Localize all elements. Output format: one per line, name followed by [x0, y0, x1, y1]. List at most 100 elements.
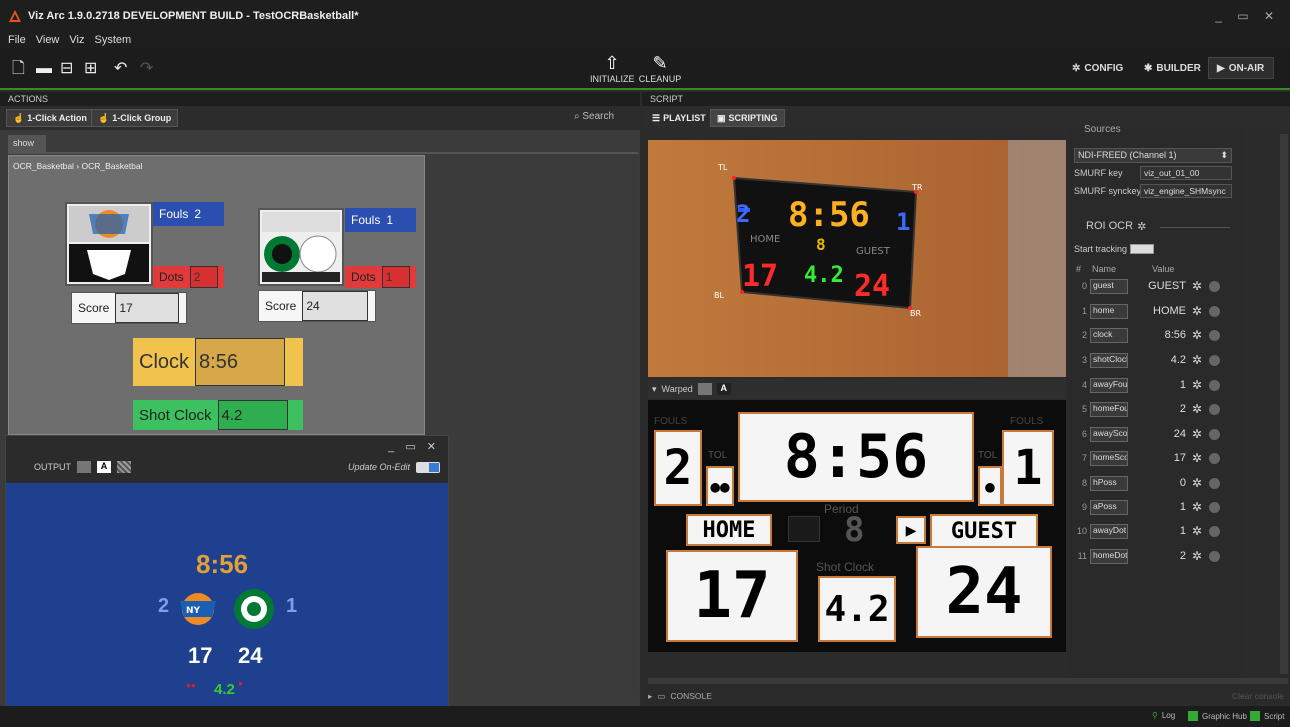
roi-name-input[interactable]: awayScor: [1090, 426, 1128, 442]
remove-icon[interactable]: [1209, 403, 1220, 415]
home-fouls-value[interactable]: 2: [194, 202, 201, 226]
cleanup-button[interactable]: ✎ CLEANUP: [638, 52, 682, 84]
gear-icon[interactable]: ✲: [1190, 524, 1204, 538]
roi-name-input[interactable]: clock: [1090, 327, 1128, 343]
menu-file[interactable]: File: [8, 34, 26, 46]
actions-scrollbar[interactable]: [632, 155, 638, 695]
gear-icon[interactable]: ✲: [1190, 279, 1204, 293]
guest-team-image[interactable]: [258, 208, 344, 286]
remove-icon[interactable]: [1209, 550, 1220, 562]
home-team-image[interactable]: [65, 202, 153, 286]
camera-input-view[interactable]: 2 8:56 1 HOME 8 GUEST 17 4.2 24 TL TR BL…: [648, 140, 1066, 377]
graphic-hub-button[interactable]: Graphic Hub: [1188, 711, 1247, 721]
console-bar[interactable]: ▸ ▭ CONSOLE Clear console: [642, 688, 1290, 704]
gear-icon[interactable]: ✲: [1190, 304, 1204, 318]
undo-icon[interactable]: ↶: [114, 61, 127, 77]
gear-icon[interactable]: ✲: [1190, 378, 1204, 392]
gear-icon[interactable]: ✲: [1190, 451, 1204, 465]
on-air-button[interactable]: ▶ ON-AIR: [1208, 57, 1274, 79]
gear-icon[interactable]: ✲: [1190, 353, 1204, 367]
menu-system[interactable]: System: [94, 34, 131, 46]
one-click-group-button[interactable]: ☝ 1-Click Group: [91, 109, 179, 127]
gear-icon[interactable]: ✲: [1190, 500, 1204, 514]
smurf-synckey-input[interactable]: viz_engine_SHMsync: [1140, 184, 1232, 198]
log-button[interactable]: ⚲ Log: [1152, 711, 1175, 720]
warped-tol-left: TOL: [708, 450, 728, 461]
home-score-field[interactable]: Score 17: [71, 292, 187, 324]
new-file-icon[interactable]: 🗋: [12, 61, 25, 77]
clock-field[interactable]: Clock 8:56: [133, 338, 303, 386]
chevron-down-icon[interactable]: ▾: [652, 384, 657, 395]
menu-view[interactable]: View: [36, 34, 60, 46]
remove-icon[interactable]: [1209, 501, 1220, 513]
guest-score-value[interactable]: 24: [302, 291, 369, 321]
builder-button[interactable]: ✱ BUILDER: [1136, 57, 1209, 79]
gear-icon[interactable]: ✲: [1190, 549, 1204, 563]
roi-name-input[interactable]: home: [1090, 303, 1128, 319]
remove-icon[interactable]: [1209, 280, 1220, 292]
one-click-action-button[interactable]: ☝ 1-Click Action: [6, 109, 94, 127]
clear-console-button[interactable]: Clear console: [1232, 691, 1284, 701]
gear-icon[interactable]: ✲: [1190, 427, 1204, 441]
roi-name-input[interactable]: shotClocl: [1090, 352, 1128, 368]
warped-view[interactable]: FOULS FOULS 2 TOL ●● 8:56 TOL ● 1 Period…: [648, 400, 1066, 652]
initialize-button[interactable]: ⇧ INITIALIZE: [590, 52, 635, 84]
home-dots-value[interactable]: 2: [189, 266, 218, 288]
tab-show[interactable]: show: [8, 135, 46, 152]
gear-icon[interactable]: ✲: [1137, 220, 1146, 233]
roi-name-input[interactable]: aPoss: [1090, 499, 1128, 515]
alpha-view-icon[interactable]: A: [716, 383, 731, 395]
gear-icon[interactable]: ✲: [1190, 476, 1204, 490]
home-fouls-field[interactable]: Fouls 2: [153, 202, 224, 226]
remove-icon[interactable]: [1209, 354, 1220, 366]
search-button[interactable]: ⌕ Search: [574, 111, 614, 122]
home-score-value[interactable]: 17: [115, 293, 180, 323]
checker-view-icon[interactable]: [117, 461, 131, 473]
tab-playlist[interactable]: ☰ PLAYLIST: [646, 109, 712, 127]
script-status-button[interactable]: Script: [1250, 711, 1284, 721]
alpha-view-icon[interactable]: A: [97, 461, 111, 473]
roi-name-input[interactable]: homeDot: [1090, 548, 1128, 564]
shot-clock-field[interactable]: Shot Clock 4.2: [133, 400, 303, 430]
image-view-icon[interactable]: [77, 461, 91, 473]
home-dots-field[interactable]: Dots 2: [153, 266, 224, 288]
source-select[interactable]: NDI-FREED (Channel 1) ⬍: [1074, 148, 1232, 163]
roi-name-input[interactable]: homeSco: [1090, 450, 1128, 466]
start-tracking-toggle[interactable]: [1130, 244, 1155, 254]
output-window-controls[interactable]: _ ▭ ✕: [6, 436, 448, 456]
save-all-icon[interactable]: ⊞: [84, 61, 97, 77]
redo-icon[interactable]: ↷: [140, 61, 153, 77]
script-hscrollbar[interactable]: [648, 678, 1288, 684]
guest-dots-value[interactable]: 1: [381, 266, 410, 288]
remove-icon[interactable]: [1209, 452, 1220, 464]
config-button[interactable]: ✲ CONFIG: [1064, 57, 1131, 79]
image-view-icon[interactable]: [697, 383, 712, 395]
remove-icon[interactable]: [1209, 477, 1220, 489]
guest-fouls-value[interactable]: 1: [386, 208, 393, 232]
remove-icon[interactable]: [1209, 525, 1220, 537]
smurf-key-input[interactable]: viz_out_01_00: [1140, 166, 1232, 180]
gear-icon[interactable]: ✲: [1190, 402, 1204, 416]
guest-dots-field[interactable]: Dots 1: [345, 266, 416, 288]
remove-icon[interactable]: [1209, 428, 1220, 440]
guest-fouls-field[interactable]: Fouls 1: [345, 208, 416, 232]
roi-name-input[interactable]: awayFou: [1090, 377, 1128, 393]
remove-icon[interactable]: [1209, 379, 1220, 391]
window-controls[interactable]: _ ▭ ✕: [1215, 9, 1280, 23]
gear-icon[interactable]: ✲: [1190, 328, 1204, 342]
guest-score-field[interactable]: Score 24: [258, 290, 376, 322]
roi-name-input[interactable]: guest: [1090, 278, 1128, 294]
clock-value[interactable]: 8:56: [195, 338, 286, 386]
remove-icon[interactable]: [1209, 329, 1220, 341]
update-on-edit-toggle[interactable]: [416, 461, 440, 473]
script-scrollbar[interactable]: [1280, 134, 1288, 674]
menu-viz[interactable]: Viz: [69, 34, 84, 46]
open-folder-icon[interactable]: ▬: [36, 61, 52, 77]
tab-scripting[interactable]: ▣ SCRIPTING: [710, 109, 785, 127]
roi-name-input[interactable]: awayDot: [1090, 523, 1128, 539]
roi-name-input[interactable]: hPoss: [1090, 475, 1128, 491]
save-icon[interactable]: ⊟: [60, 61, 73, 77]
remove-icon[interactable]: [1209, 305, 1220, 317]
roi-name-input[interactable]: homeFou: [1090, 401, 1128, 417]
shot-clock-value[interactable]: 4.2: [217, 400, 288, 430]
